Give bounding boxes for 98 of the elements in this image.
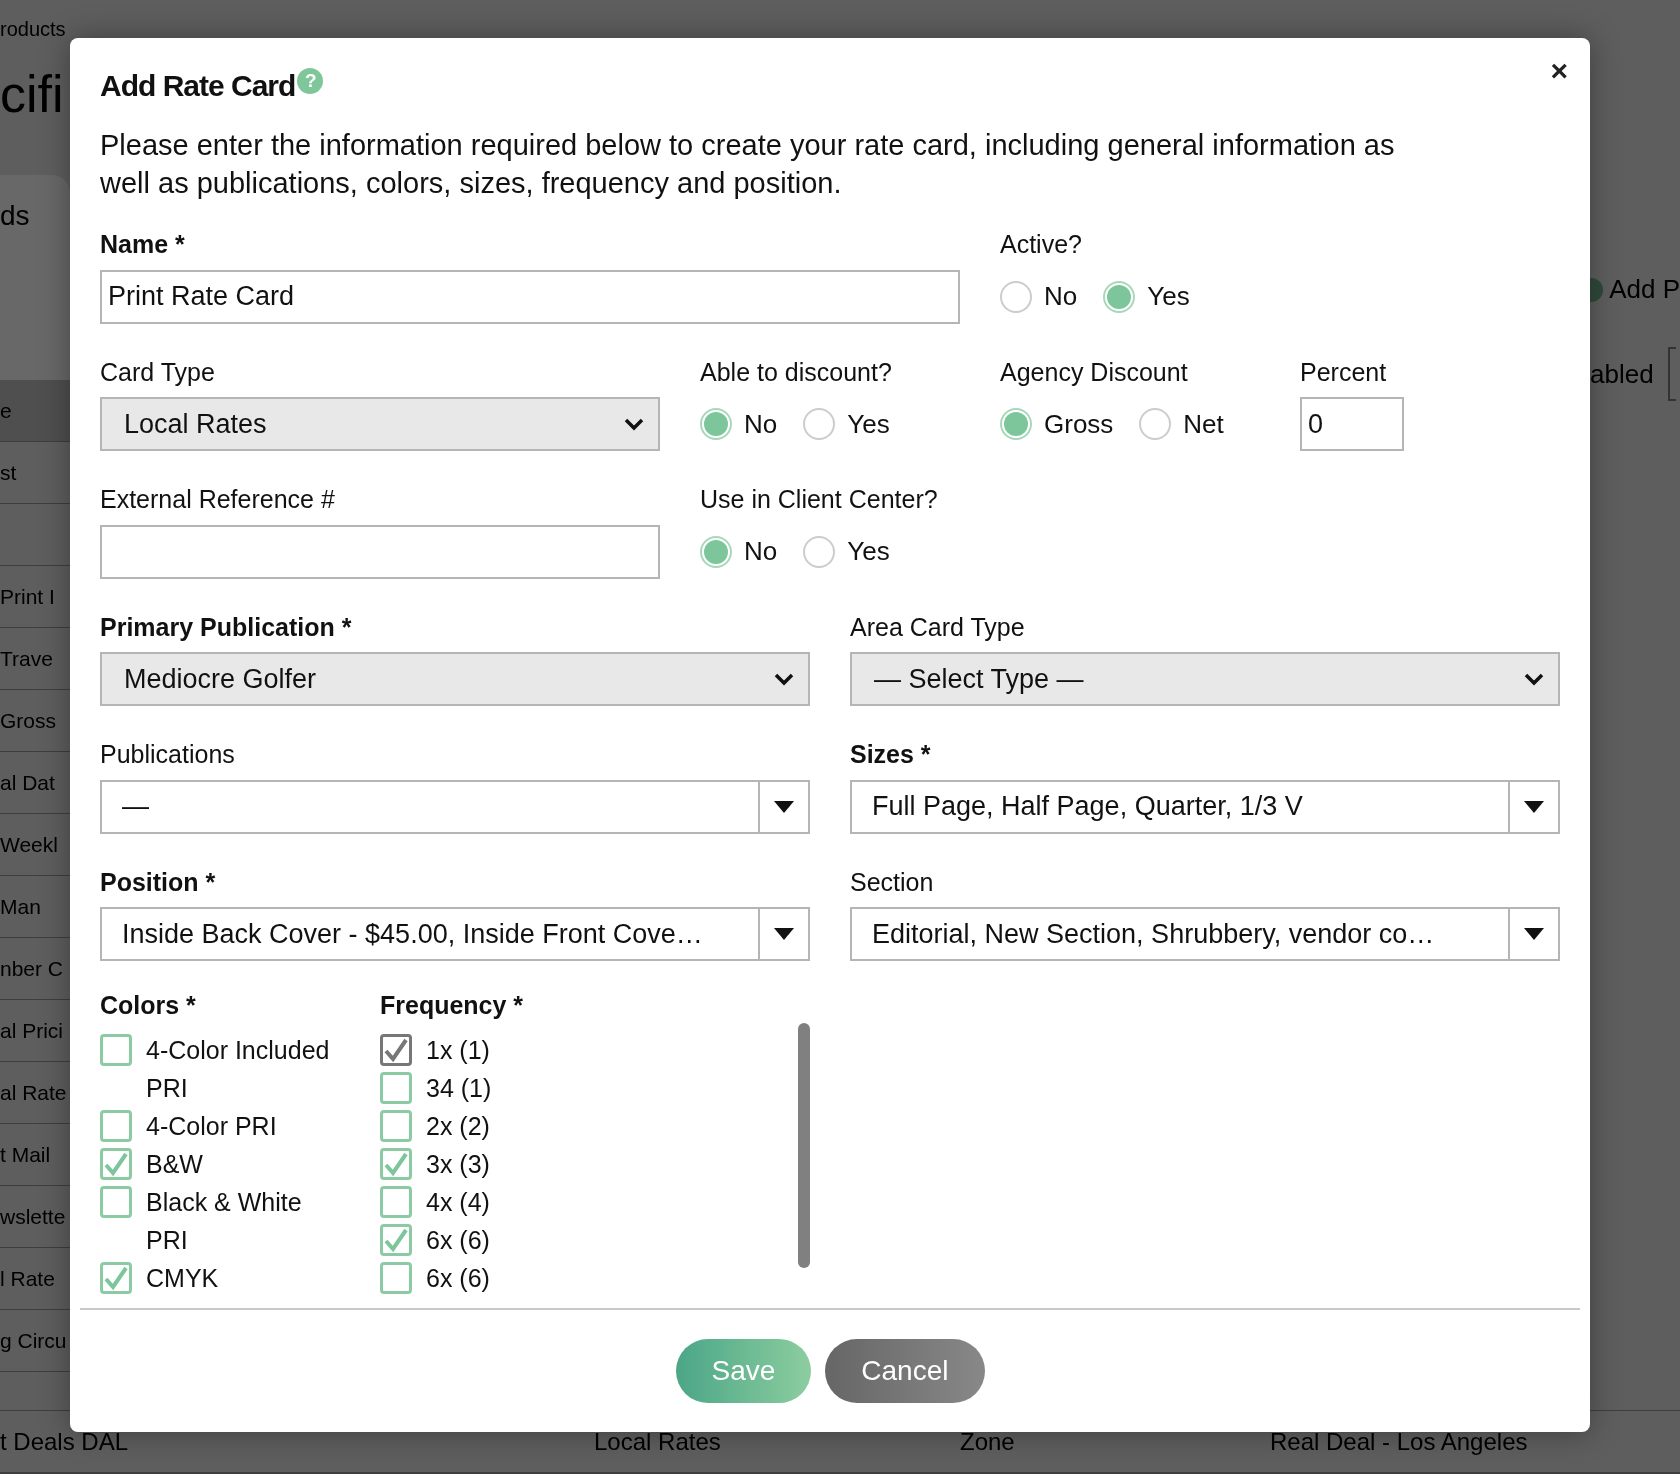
- percent-field[interactable]: 0: [1300, 397, 1404, 451]
- table-cell-text: al Rate: [0, 1079, 67, 1106]
- sizes-select[interactable]: Full Page, Half Page, Quarter, 1/3 V: [850, 779, 1560, 834]
- checkbox-label[interactable]: 34 (1): [426, 1068, 492, 1107]
- checkbox[interactable]: [380, 1261, 412, 1294]
- field-label: Agency Discount: [1000, 356, 1188, 388]
- field-label: Area Card Type: [850, 611, 1025, 643]
- card-type-select[interactable]: Local Rates: [100, 397, 660, 451]
- page-title: cifi: [0, 66, 65, 124]
- radio-button[interactable]: [1000, 280, 1032, 313]
- checkbox-label[interactable]: 6x (6): [426, 1258, 490, 1297]
- checkbox-label[interactable]: CMYK: [146, 1258, 219, 1297]
- checkbox-label[interactable]: 6x (6): [426, 1220, 490, 1259]
- name-field[interactable]: Print Rate Card: [100, 269, 960, 324]
- field-label: Able to discount?: [700, 356, 892, 388]
- column-label: abled: [1590, 357, 1654, 391]
- dialog-title: Add Rate Card: [100, 69, 296, 102]
- field-label: Percent: [1300, 356, 1387, 388]
- chevron-down-icon: [1524, 672, 1544, 686]
- checkbox-label[interactable]: 4x (4): [426, 1182, 490, 1221]
- checkbox-label[interactable]: B&W: [146, 1144, 203, 1183]
- radio-button[interactable]: [1103, 280, 1136, 313]
- radio-label[interactable]: Gross: [1044, 404, 1114, 444]
- table-cell-text: Zone: [960, 1426, 1016, 1457]
- checkbox[interactable]: [380, 1223, 412, 1256]
- publications-select[interactable]: —: [100, 779, 810, 834]
- table-cell-text: Gross: [0, 707, 56, 734]
- external-reference-field[interactable]: [100, 524, 660, 579]
- table-cell-text: t Deals DAL: [0, 1426, 130, 1457]
- radio-button[interactable]: [700, 535, 732, 568]
- table-cell-text: nber C: [0, 955, 64, 982]
- field-label: Name *: [100, 229, 185, 260]
- radio-label[interactable]: Yes: [847, 532, 890, 571]
- table-cell-text: Trave: [0, 645, 53, 672]
- field-label: Frequency *: [380, 990, 524, 1021]
- field-label: External Reference #: [100, 484, 335, 515]
- primary-publication-select[interactable]: Mediocre Golfer: [100, 652, 810, 706]
- checkbox[interactable]: [380, 1071, 412, 1104]
- checkbox-label[interactable]: 4-Color Included PRI: [146, 1030, 340, 1107]
- field-label: Colors *: [100, 990, 196, 1021]
- caret-down-icon[interactable]: [1524, 928, 1544, 940]
- table-cell-text: Weekl: [0, 831, 58, 858]
- table-cell-text: al Dat: [0, 769, 55, 796]
- table-cell-text: wslette: [0, 1203, 66, 1230]
- checkbox[interactable]: [100, 1261, 132, 1294]
- position-select[interactable]: Inside Back Cover - $45.00, Inside Front Cove…: [100, 907, 810, 961]
- table-cell-text: t Mail: [0, 1141, 51, 1168]
- table-cell-text: l Rate: [0, 1265, 55, 1292]
- table-cell-text: Print I: [0, 583, 55, 610]
- radio-label[interactable]: No: [744, 532, 778, 571]
- checkbox[interactable]: [380, 1147, 412, 1180]
- chevron-down-icon: [624, 417, 644, 431]
- radio-label[interactable]: Yes: [847, 404, 890, 444]
- field-label: Card Type: [100, 356, 215, 388]
- chevron-down-icon: [774, 672, 794, 686]
- checkbox[interactable]: [380, 1109, 412, 1142]
- field-label: Sizes *: [850, 739, 931, 770]
- checkbox-label[interactable]: 2x (2): [426, 1106, 490, 1145]
- checkbox-label[interactable]: 4-Color PRI: [146, 1106, 277, 1145]
- field-label: Publications: [100, 739, 235, 770]
- field-label: Active?: [1000, 229, 1082, 260]
- checkbox[interactable]: [100, 1147, 132, 1180]
- table-cell-text: al Prici: [0, 1017, 63, 1044]
- radio-label[interactable]: Yes: [1147, 277, 1190, 316]
- field-label: Section: [850, 866, 934, 898]
- checkbox[interactable]: [100, 1185, 132, 1218]
- radio-button[interactable]: [803, 535, 836, 568]
- radio-button[interactable]: [1139, 408, 1172, 440]
- caret-down-icon[interactable]: [774, 928, 794, 940]
- page-tab[interactable]: ds: [0, 175, 70, 381]
- field-label: Primary Publication *: [100, 611, 352, 643]
- description-text: Please enter the information required below to create your rate card, including general information as well as publications, colors, sizes, frequency and position.: [100, 128, 1396, 201]
- checkbox-label[interactable]: 3x (3): [426, 1144, 490, 1183]
- field-label: Position *: [100, 866, 216, 898]
- area-card-type-select[interactable]: — Select Type —: [850, 652, 1560, 706]
- radio-label[interactable]: No: [1044, 277, 1078, 316]
- radio-button[interactable]: [700, 408, 732, 440]
- table-cell-text: g Circu: [0, 1327, 67, 1354]
- checkbox[interactable]: [100, 1109, 132, 1142]
- field-label: Use in Client Center?: [700, 484, 938, 515]
- caret-down-icon[interactable]: [1524, 800, 1544, 813]
- radio-button[interactable]: [1000, 408, 1032, 440]
- table-cell-text: Man: [0, 893, 41, 920]
- radio-label[interactable]: Net: [1183, 404, 1224, 444]
- cancel-button[interactable]: Cancel: [825, 1339, 985, 1403]
- radio-button[interactable]: [803, 408, 836, 440]
- close-button[interactable]: ×: [1546, 52, 1572, 90]
- checkbox[interactable]: [100, 1033, 132, 1066]
- caret-down-icon[interactable]: [774, 800, 794, 813]
- radio-label[interactable]: No: [744, 404, 778, 444]
- table-cell-text: Local Rates: [594, 1426, 722, 1457]
- table-cell-text: st: [0, 459, 17, 486]
- section-select[interactable]: Editorial, New Section, Shrubbery, vendor co…: [850, 907, 1560, 961]
- checkbox[interactable]: [380, 1185, 412, 1218]
- column-header: e: [0, 397, 12, 424]
- scrollbar-thumb[interactable]: [798, 1023, 810, 1268]
- checkbox-label[interactable]: Black & White PRI: [146, 1182, 340, 1259]
- table-cell-text: Real Deal - Los Angeles: [1270, 1426, 1529, 1457]
